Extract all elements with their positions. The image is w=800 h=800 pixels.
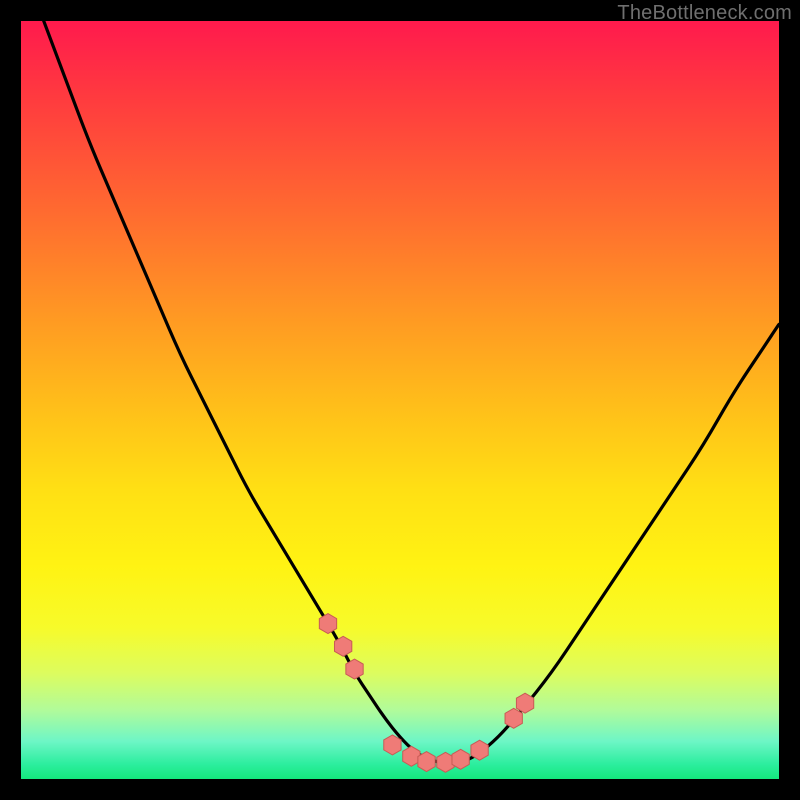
data-marker (471, 740, 488, 760)
plot-area (21, 21, 779, 779)
curve-layer (44, 21, 779, 763)
data-marker (452, 749, 469, 769)
data-marker (516, 693, 533, 713)
data-marker (384, 735, 401, 755)
data-marker (505, 708, 522, 728)
data-marker (418, 752, 435, 772)
data-marker (334, 636, 351, 656)
bottleneck-curve (44, 21, 779, 763)
marker-layer (319, 614, 533, 773)
chart-frame: TheBottleneck.com (0, 0, 800, 800)
watermark-text: TheBottleneck.com (617, 2, 792, 25)
data-marker (319, 614, 336, 634)
data-marker (346, 659, 363, 679)
chart-svg (21, 21, 779, 779)
